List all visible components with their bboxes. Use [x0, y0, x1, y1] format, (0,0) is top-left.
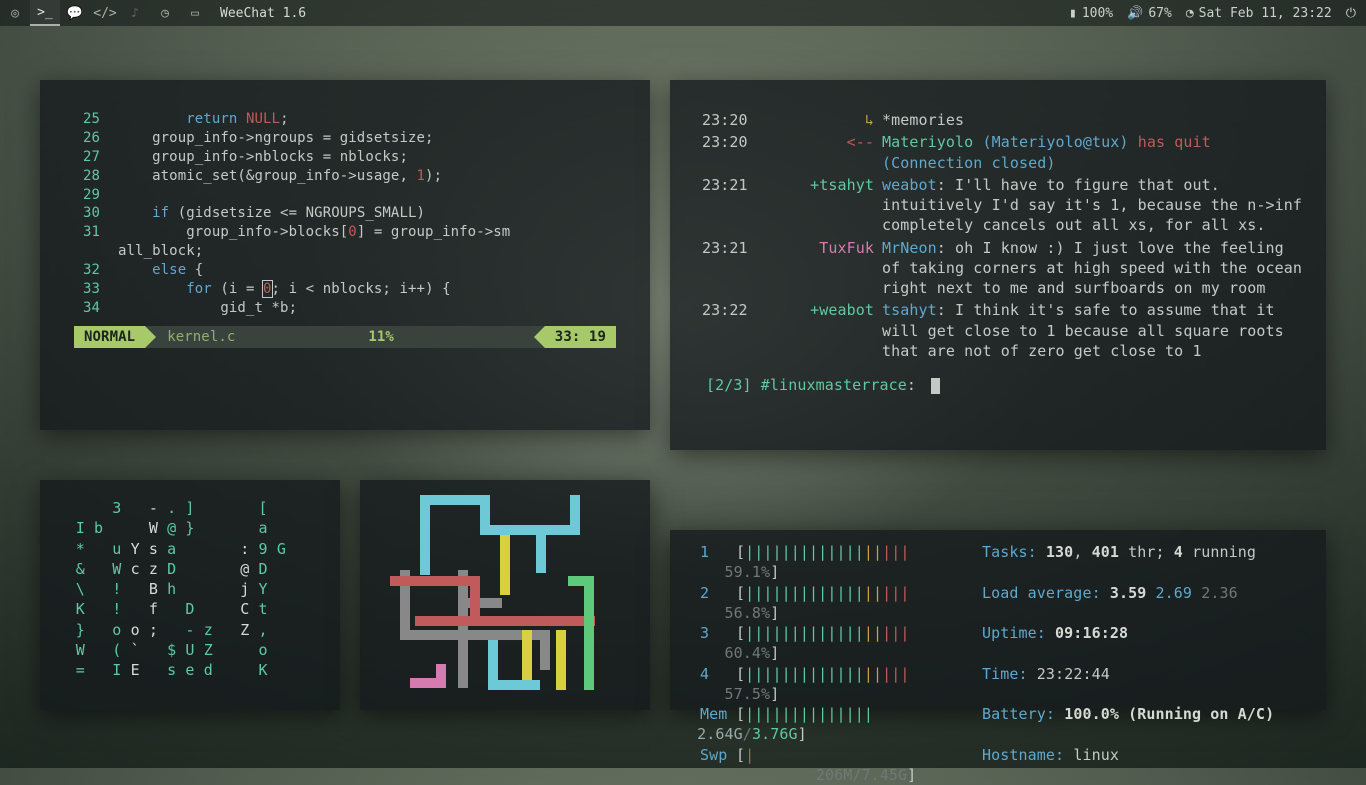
cmatrix-row: K ! f D C t	[52, 599, 328, 619]
cmatrix-row: } o o ; - z Z ,	[52, 620, 328, 640]
vim-pos-text: 33: 19	[555, 328, 606, 347]
htop-row: 3[|||||||||||||||||| 60.4%]Uptime: 09:16…	[682, 623, 1314, 664]
cmatrix-row: 3 - . ] [	[52, 498, 328, 518]
htop-row: Mem[|||||||||||||| 2.64G/3.76G]Battery: …	[682, 704, 1314, 745]
code-line: 26 group_info->ngroups = gidsetsize;	[52, 129, 638, 148]
code-line: 33 for (i = 0; i < nblocks; i++) {	[52, 280, 638, 299]
code-line: 29	[52, 186, 638, 205]
battery-icon: ▮	[1069, 6, 1077, 21]
code-line: 30 if (gidsetsize <= NGROUPS_SMALL)	[52, 204, 638, 223]
buffer-index: [2/3]	[706, 376, 752, 394]
battery-text: 100%	[1082, 6, 1113, 21]
cmatrix-row: * u Y s a : 9 G	[52, 539, 328, 559]
clock-indicator[interactable]: ◔ Sat Feb 11, 23:22	[1186, 6, 1332, 21]
volume-text: 67%	[1148, 6, 1171, 21]
htop-row: 2[|||||||||||||||||| 56.8%]Load average:…	[682, 583, 1314, 624]
window-title: WeeChat 1.6	[220, 6, 306, 21]
vim-percent: 11%	[368, 328, 394, 347]
chat-input-line[interactable]: [2/3] #linuxmasterrace:	[706, 375, 1314, 395]
cmatrix-body: 3 - . ] [ I b W @ } a * u Y s a : 9 G & …	[52, 498, 328, 680]
cmatrix-row: \ ! B h j Y	[52, 579, 328, 599]
htop-row: 1[|||||||||||||||||| 59.1%]Tasks: 130, 4…	[682, 542, 1314, 583]
chrome-icon[interactable]: ◎	[0, 0, 30, 26]
code-area[interactable]: 25 return NULL;26 group_info->ngroups = …	[52, 110, 638, 318]
code-line: 25 return NULL;	[52, 110, 638, 129]
chat-message: 23:21+tsahytweabot: I'll have to figure …	[682, 175, 1314, 236]
volume-icon: 🔊	[1127, 6, 1143, 21]
pipes-window	[360, 480, 650, 710]
volume-indicator[interactable]: 🔊 67%	[1127, 6, 1172, 21]
vim-statusline: NORMAL kernel.c 11% 33: 19	[74, 326, 616, 348]
status-right: ▮ 100% 🔊 67% ◔ Sat Feb 11, 23:22 ⏻	[1069, 6, 1366, 21]
code-line: 31 group_info->blocks[0] = group_info->s…	[52, 223, 638, 242]
battery-indicator[interactable]: ▮ 100%	[1069, 6, 1113, 21]
cmatrix-row: = I E s e d K	[52, 660, 328, 680]
htop-row: Swp[| 206M/7.45G]Hostname: linux	[682, 745, 1314, 785]
code-line: 27 group_info->nblocks = nblocks;	[52, 148, 638, 167]
clock-text: Sat Feb 11, 23:22	[1199, 6, 1332, 21]
clock-icon[interactable]: ◷	[150, 0, 180, 26]
input-cursor	[931, 378, 940, 394]
htop-window[interactable]: 1[|||||||||||||||||| 59.1%]Tasks: 130, 4…	[670, 530, 1326, 710]
code-line: all_block;	[52, 242, 638, 261]
chat-message: 23:20<--Materiyolo (Materiyolo@tux) has …	[682, 132, 1314, 173]
code-line: 28 atomic_set(&group_info->usage, 1);	[52, 167, 638, 186]
terminal-icon[interactable]: >_	[30, 0, 60, 26]
music-icon[interactable]: ♪	[120, 0, 150, 26]
chat-icon[interactable]: 💬	[60, 0, 90, 26]
chat-message: 23:22+weabottsahyt: I think it's safe to…	[682, 300, 1314, 361]
vim-mode: NORMAL	[74, 326, 145, 348]
taskbar-tray: ◎ >_ 💬 </> ♪ ◷ ▭	[0, 0, 210, 26]
cast-icon[interactable]: ▭	[180, 0, 210, 26]
code-icon[interactable]: </>	[90, 0, 120, 26]
clock-icon: ◔	[1186, 6, 1194, 21]
cmatrix-row: W ( ` $ U Z o	[52, 640, 328, 660]
prompt-colon: :	[907, 376, 916, 394]
cmatrix-row: & W c z D @ D	[52, 559, 328, 579]
editor-window[interactable]: 25 return NULL;26 group_info->ngroups = …	[40, 80, 650, 430]
vim-filename: kernel.c	[167, 328, 235, 347]
top-bar: ◎ >_ 💬 </> ♪ ◷ ▭ WeeChat 1.6 ▮ 100% 🔊 67…	[0, 0, 1366, 26]
htop-row: 4[|||||||||||||||||| 57.5%]Time: 23:22:4…	[682, 664, 1314, 705]
power-icon[interactable]: ⏻	[1346, 6, 1356, 21]
chat-message: 23:20↳*memories	[682, 110, 1314, 130]
weechat-window[interactable]: 23:20↳*memories23:20<--Materiyolo (Mater…	[670, 80, 1326, 450]
cmatrix-row: I b W @ } a	[52, 518, 328, 538]
channel-name: #linuxmasterrace	[761, 376, 907, 394]
cmatrix-window: 3 - . ] [ I b W @ } a * u Y s a : 9 G & …	[40, 480, 340, 710]
htop-body: 1[|||||||||||||||||| 59.1%]Tasks: 130, 4…	[682, 542, 1314, 785]
code-line: 34 gid_t *b;	[52, 299, 638, 318]
chat-log[interactable]: 23:20↳*memories23:20<--Materiyolo (Mater…	[682, 110, 1314, 361]
code-line: 32 else {	[52, 261, 638, 280]
vim-position: 33: 19	[545, 326, 616, 348]
chat-message: 23:21TuxFukMrNeon: oh I know :) I just l…	[682, 238, 1314, 299]
